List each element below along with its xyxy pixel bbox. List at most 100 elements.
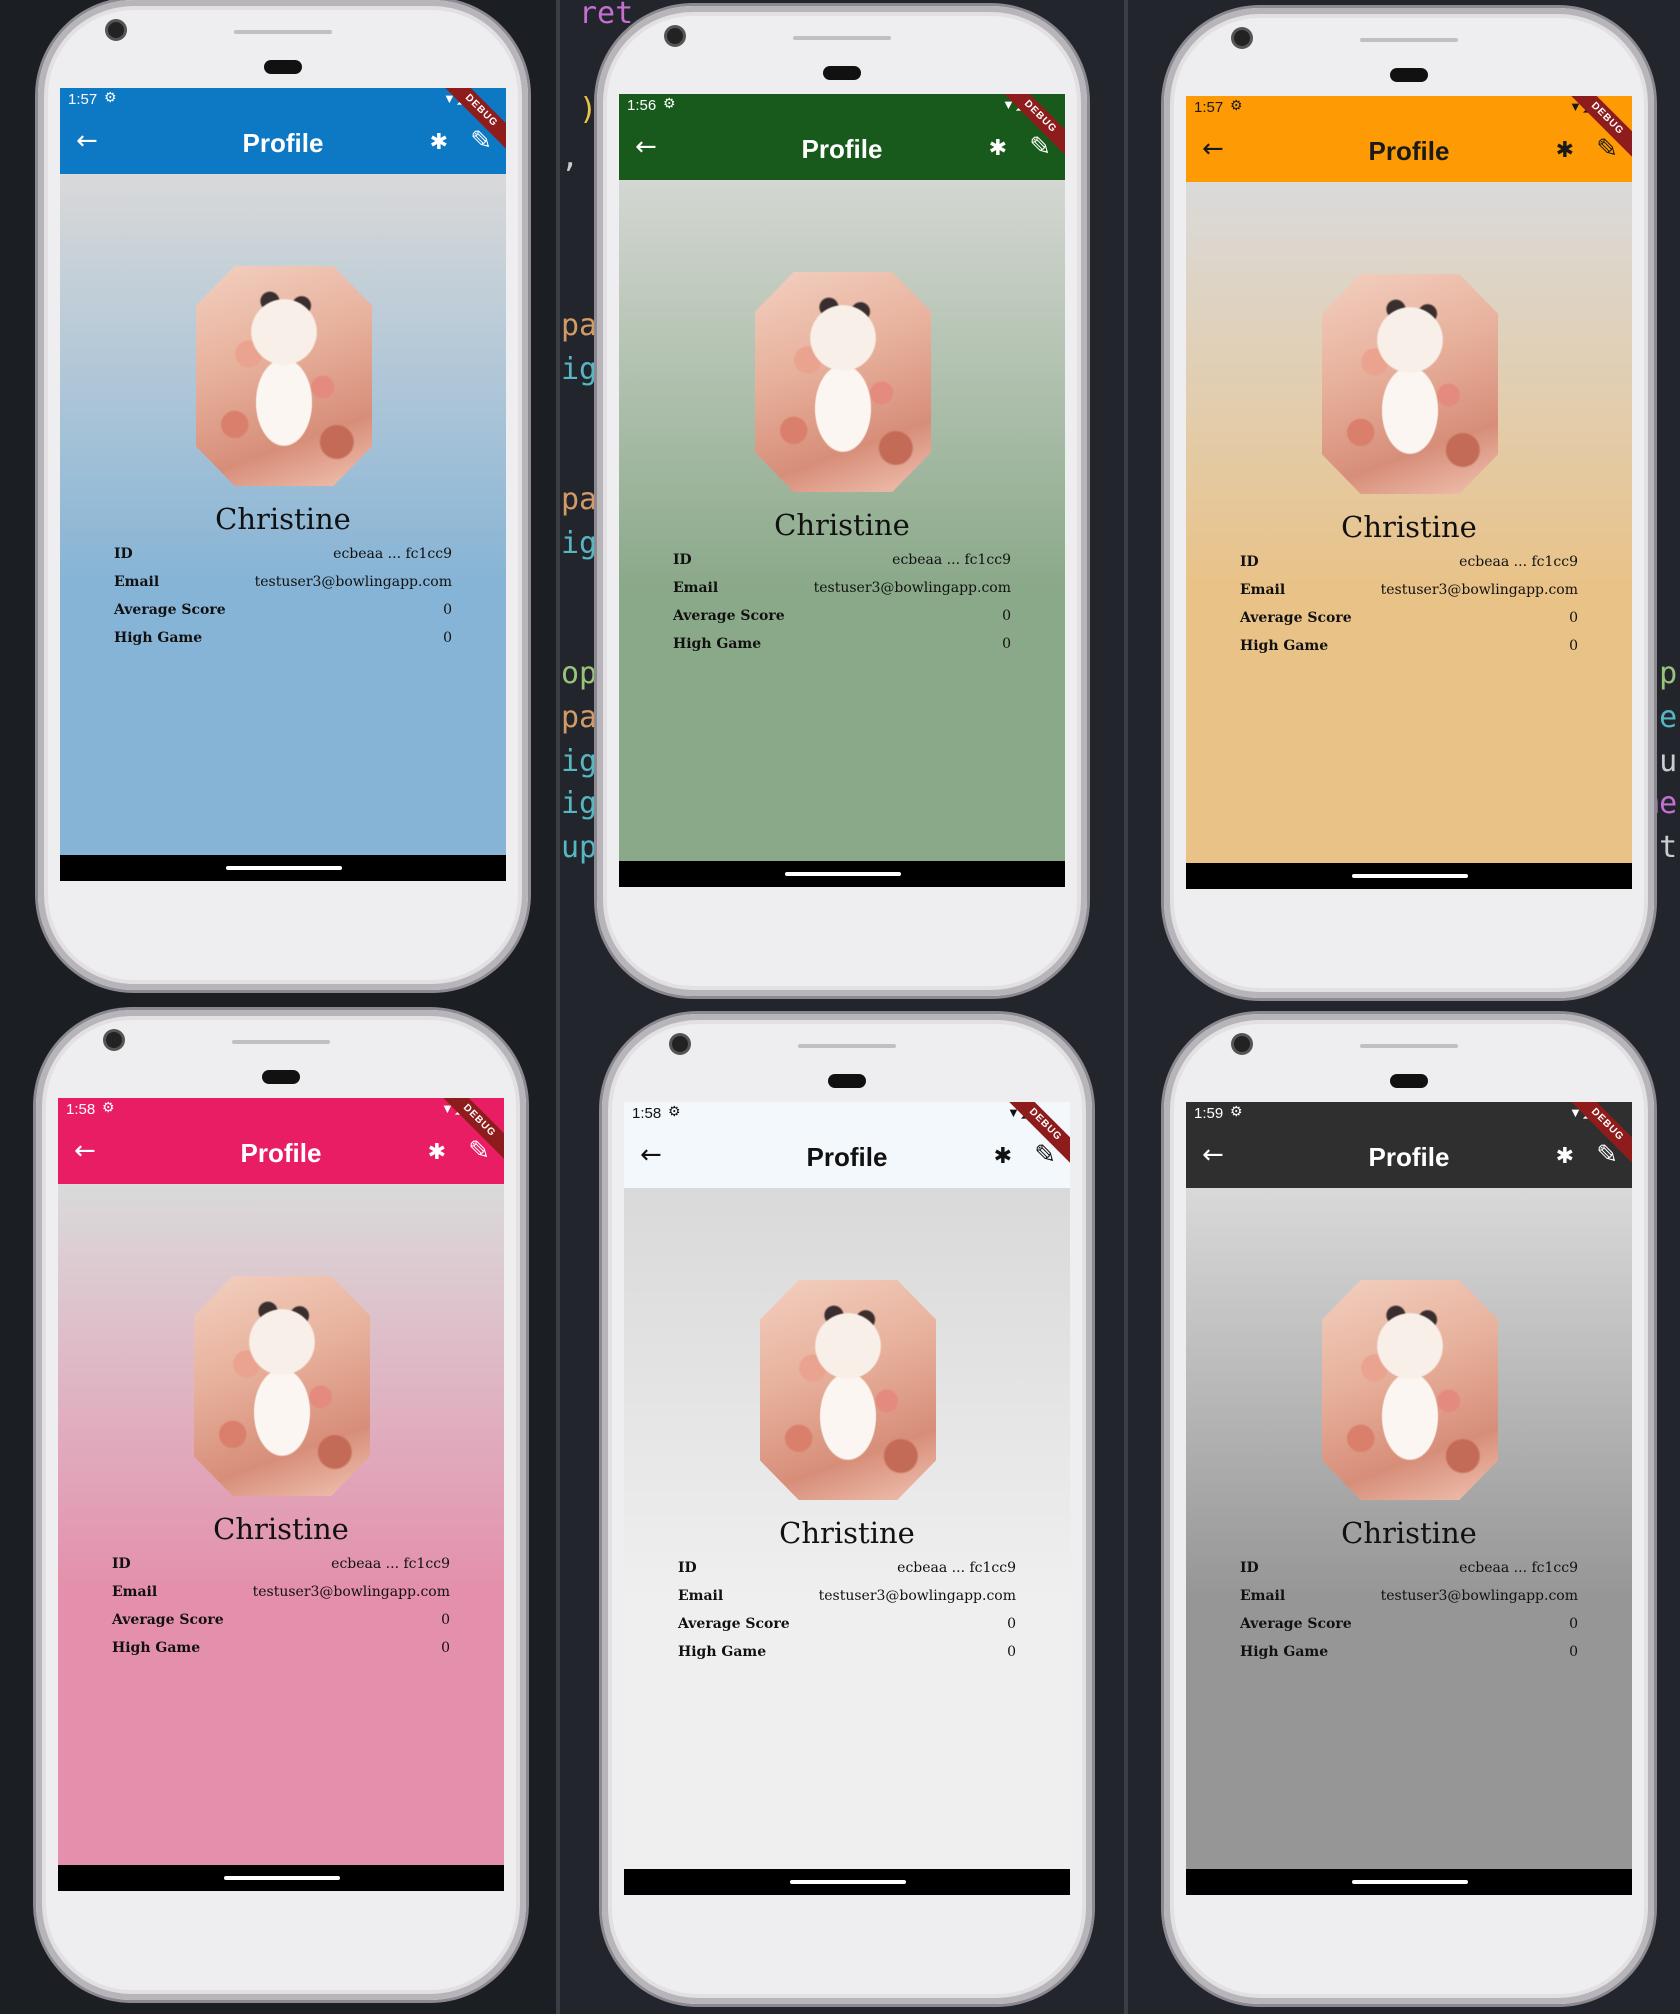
phone-screen: 1:57 ⚙ ▼◢▮ ← Profile ✱ ✎ DEBUG Christine… [60,88,506,881]
status-time: 1:57 [68,91,98,108]
info-value: testuser3@bowlingapp.com [818,1588,1016,1604]
profile-info-table: ID ecbeaa ... fc1cc9 Email testuser3@bowlin… [1240,1560,1578,1672]
bug-icon[interactable]: ✱ [430,130,448,155]
info-label: Average Score [112,1612,224,1628]
home-indicator[interactable] [790,1880,906,1884]
home-indicator[interactable] [224,1876,340,1880]
info-value: ecbeaa ... fc1cc9 [1459,1560,1578,1576]
avatar [196,266,372,486]
speaker-grill [1360,1044,1458,1048]
info-value: ecbeaa ... fc1cc9 [1459,554,1578,570]
profile-body: Christine ID ecbeaa ... fc1cc9 Email testus… [619,180,1065,861]
profile-body: Christine ID ecbeaa ... fc1cc9 Email testus… [1186,1188,1632,1869]
home-indicator[interactable] [1352,1880,1468,1884]
profile-name: Christine [1341,510,1477,544]
status-bar: 1:57 ⚙ ▼◢▮ [60,88,506,112]
phone-screen: 1:56 ⚙ ▼◢▮ ← Profile ✱ ✎ DEBUG Christine… [619,94,1065,887]
profile-info-row: Average Score 0 [678,1616,1016,1644]
profile-info-row: Email testuser3@bowlingapp.com [112,1584,450,1612]
pane-divider [556,0,560,2014]
info-label: High Game [673,636,762,652]
bug-icon[interactable]: ✱ [994,1144,1012,1169]
info-label: Average Score [114,602,226,618]
info-label: High Game [1240,638,1329,654]
info-label: Email [114,574,160,590]
app-bar: ← Profile ✱ ✎ [1186,120,1632,182]
profile-info-row: High Game 0 [114,630,452,658]
info-label: Email [678,1588,724,1604]
info-label: ID [114,546,133,562]
profile-info-row: ID ecbeaa ... fc1cc9 [112,1556,450,1584]
profile-info-row: High Game 0 [112,1640,450,1668]
home-indicator[interactable] [1352,874,1468,878]
gear-icon: ⚙ [102,1099,115,1115]
gear-icon: ⚙ [104,89,117,105]
info-label: ID [678,1560,697,1576]
profile-body: Christine ID ecbeaa ... fc1cc9 Email testus… [60,174,506,855]
phone-mockup: 1:57 ⚙ ▼◢▮ ← Profile ✱ ✎ DEBUG Christine… [38,0,528,990]
info-value: 0 [1007,1616,1016,1632]
gear-icon: ⚙ [668,1103,681,1119]
app-bar: ← Profile ✱ ✎ [60,112,506,174]
code-token: ig [561,526,598,561]
bug-icon[interactable]: ✱ [428,1140,446,1165]
profile-name: Christine [213,1512,349,1546]
status-time: 1:59 [1194,1105,1224,1122]
status-bar: 1:57 ⚙ ▼◢▮ [1186,96,1632,120]
profile-info-table: ID ecbeaa ... fc1cc9 Email testuser3@bowlin… [114,546,452,658]
earpiece [823,66,861,80]
app-bar: ← Profile ✱ ✎ [624,1126,1070,1188]
profile-info-row: High Game 0 [678,1644,1016,1672]
app-bar: ← Profile ✱ ✎ [1186,1126,1632,1188]
phone-mockup: 1:57 ⚙ ▼◢▮ ← Profile ✱ ✎ DEBUG Christine… [1164,8,1654,998]
profile-info-table: ID ecbeaa ... fc1cc9 Email testuser3@bowlin… [112,1556,450,1668]
info-value: 0 [1569,610,1578,626]
code-token: pa [561,482,598,517]
phone-mockup: 1:58 ⚙ ▼◢▮ ← Profile ✱ ✎ DEBUG Christine… [602,1014,1092,2004]
front-camera [672,1036,688,1052]
profile-info-row: High Game 0 [673,636,1011,664]
code-token: , [561,140,580,175]
gear-icon: ⚙ [1230,97,1243,113]
speaker-grill [793,36,891,40]
home-indicator[interactable] [226,866,342,870]
code-token: pa [561,308,598,343]
phone-screen: 1:59 ⚙ ▼◢▮ ← Profile ✱ ✎ DEBUG Christine… [1186,1102,1632,1895]
earpiece [1390,1074,1428,1088]
profile-name: Christine [1341,1516,1477,1550]
profile-info-row: High Game 0 [1240,638,1578,666]
status-time: 1:56 [627,97,657,114]
info-value: testuser3@bowlingapp.com [813,580,1011,596]
earpiece [828,1074,866,1088]
front-camera [1234,30,1250,46]
info-value: 0 [441,1640,450,1656]
info-label: Email [1240,582,1286,598]
info-value: 0 [1569,1644,1578,1660]
bug-icon[interactable]: ✱ [989,136,1007,161]
code-token: pa [561,700,598,735]
bug-icon[interactable]: ✱ [1556,138,1574,163]
info-label: High Game [678,1644,767,1660]
info-value: testuser3@bowlingapp.com [252,1584,450,1600]
navigation-bar [619,861,1065,887]
profile-info-row: ID ecbeaa ... fc1cc9 [673,552,1011,580]
profile-info-row: Average Score 0 [1240,1616,1578,1644]
speaker-grill [798,1044,896,1048]
code-token: ig [561,744,598,779]
info-value: testuser3@bowlingapp.com [1380,582,1578,598]
info-value: ecbeaa ... fc1cc9 [897,1560,1016,1576]
front-camera [106,1032,122,1048]
info-value: 0 [443,602,452,618]
info-value: 0 [1002,636,1011,652]
info-value: 0 [1569,1616,1578,1632]
info-value: 0 [1007,1644,1016,1660]
profile-info-row: Average Score 0 [1240,610,1578,638]
info-value: 0 [441,1612,450,1628]
bug-icon[interactable]: ✱ [1556,1144,1574,1169]
info-label: ID [673,552,692,568]
status-bar: 1:58 ⚙ ▼◢▮ [624,1102,1070,1126]
navigation-bar [1186,863,1632,889]
home-indicator[interactable] [785,872,901,876]
front-camera [667,28,683,44]
profile-info-row: Email testuser3@bowlingapp.com [1240,582,1578,610]
